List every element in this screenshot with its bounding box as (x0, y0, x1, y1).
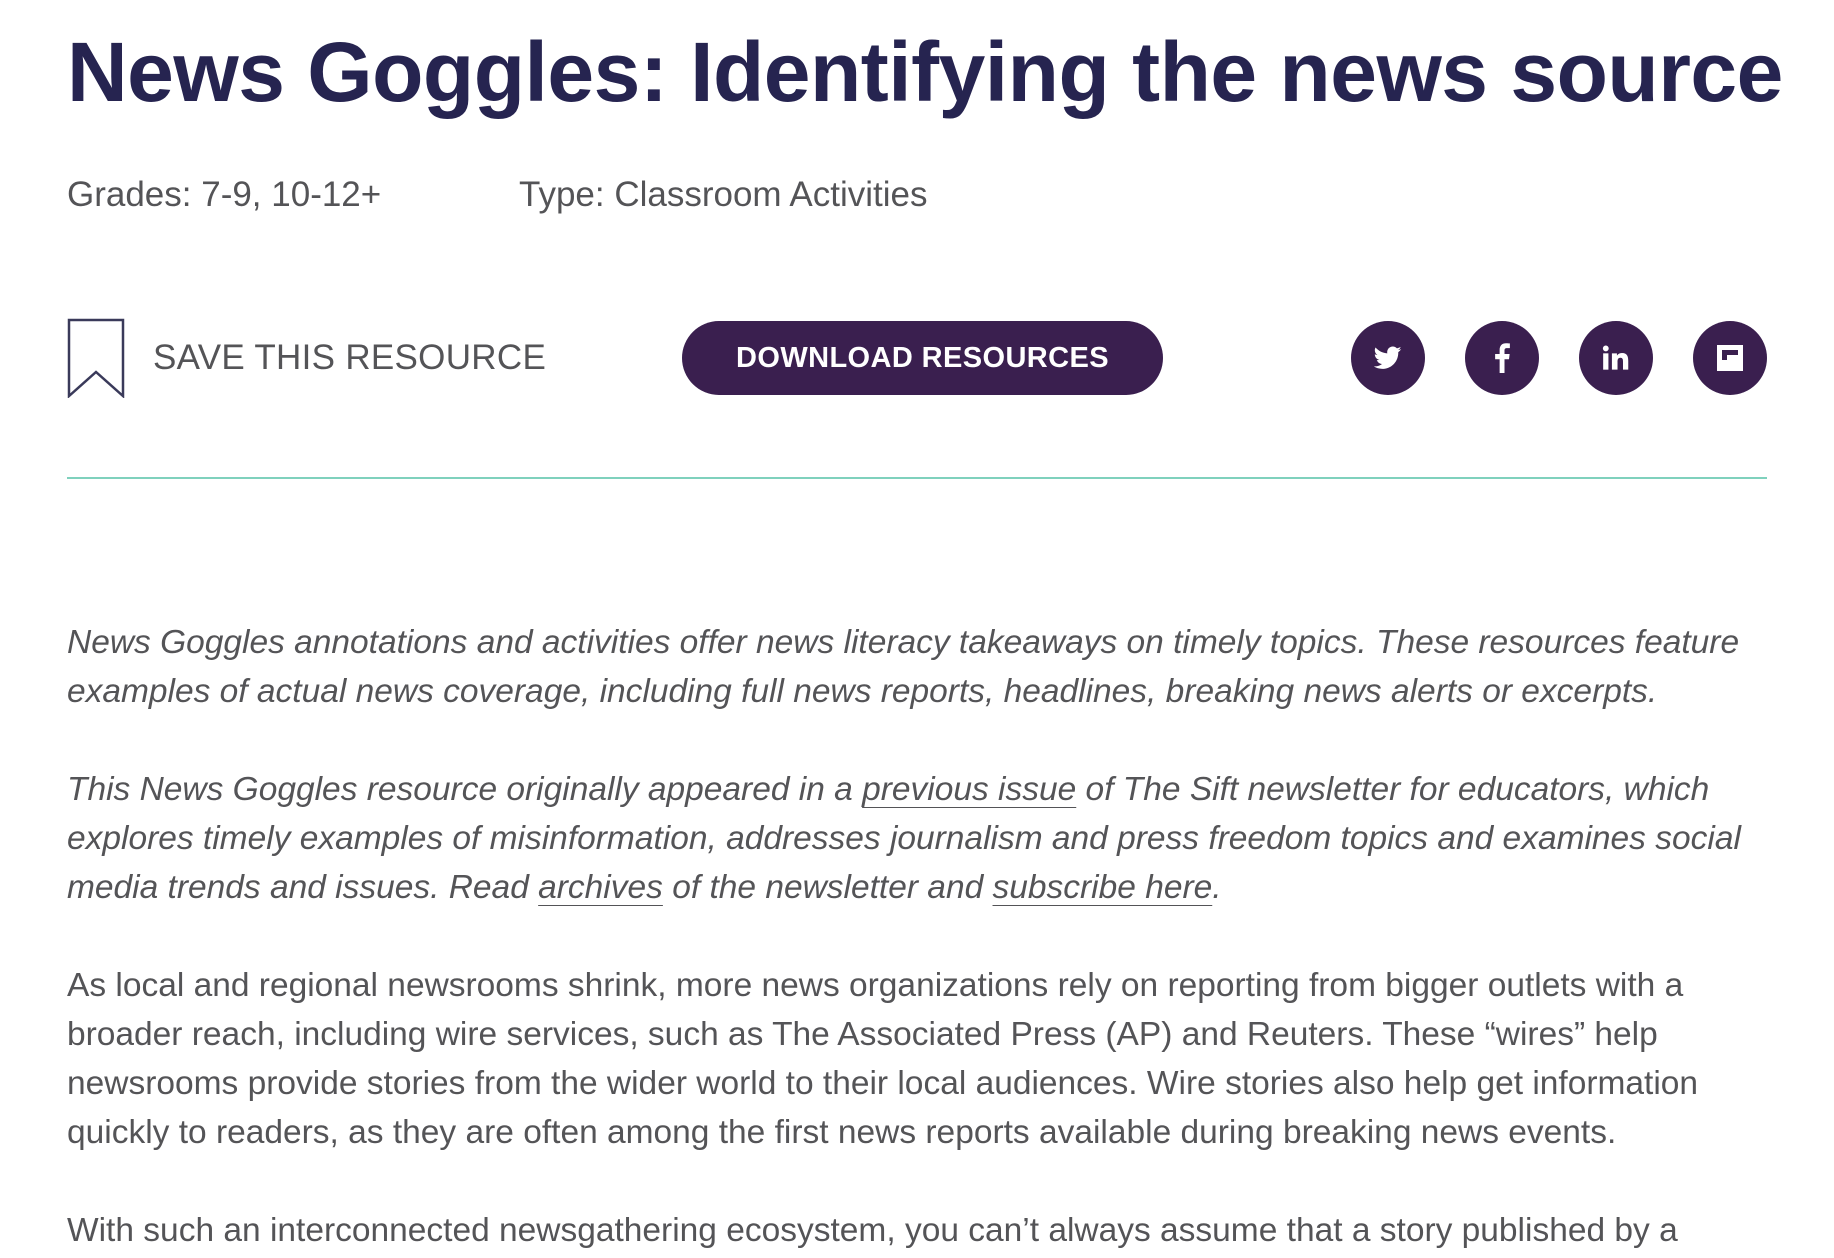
bookmark-icon (67, 318, 125, 398)
download-resources-button[interactable]: DOWNLOAD RESOURCES (682, 321, 1163, 395)
twitter-icon (1374, 346, 1402, 369)
flipboard-icon (1717, 345, 1743, 371)
intro-paragraph: News Goggles annotations and activities … (67, 624, 1740, 710)
type-meta: Type: Classroom Activities (519, 175, 928, 214)
article-body: News Goggles annotations and activities … (67, 618, 1767, 1258)
subscribe-here-link[interactable]: subscribe here (993, 869, 1213, 906)
share-twitter-button[interactable] (1351, 321, 1425, 395)
grades-meta: Grades: 7-9, 10-12+ (67, 175, 382, 214)
share-facebook-button[interactable] (1465, 321, 1539, 395)
share-linkedin-button[interactable] (1579, 321, 1653, 395)
section-divider (67, 477, 1767, 479)
facebook-icon (1495, 343, 1510, 373)
share-flipboard-button[interactable] (1693, 321, 1767, 395)
save-resource-button[interactable]: SAVE THIS RESOURCE (67, 318, 546, 398)
newsletter-text-a: This News Goggles resource originally ap… (67, 771, 863, 808)
body-paragraph: As local and regional newsrooms shrink, … (67, 967, 1699, 1151)
newsletter-text-c: of the newsletter and (662, 869, 993, 906)
body-paragraph: With such an interconnected newsgatherin… (67, 1212, 1678, 1249)
previous-issue-link[interactable]: previous issue (862, 771, 1076, 808)
linkedin-icon (1602, 345, 1629, 370)
newsletter-paragraph: This News Goggles resource originally ap… (67, 765, 1767, 912)
archives-link[interactable]: archives (538, 869, 663, 906)
newsletter-text-d: . (1212, 869, 1222, 906)
page-title: News Goggles: Identifying the news sourc… (67, 25, 1783, 119)
save-resource-label: SAVE THIS RESOURCE (153, 338, 547, 377)
